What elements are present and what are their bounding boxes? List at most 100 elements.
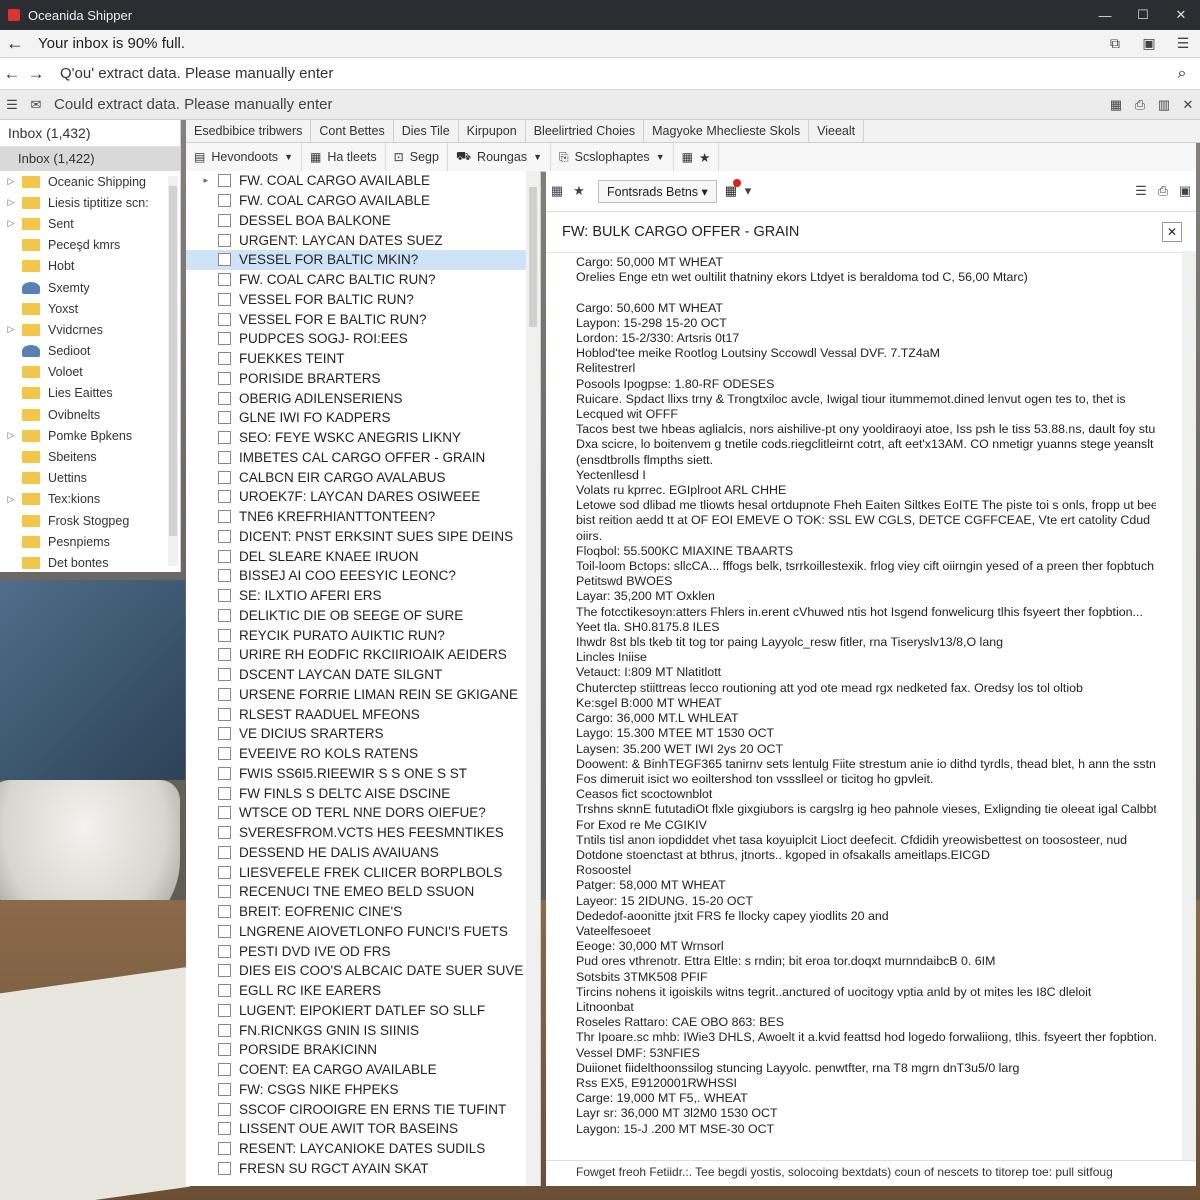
tab[interactable]: Kirpupon xyxy=(459,120,526,142)
message-checkbox[interactable] xyxy=(218,1003,231,1017)
message-row[interactable]: RLSEST RAADUEL MFEONS xyxy=(186,704,540,724)
folder-item[interactable]: Uettins xyxy=(0,468,180,489)
message-row[interactable]: VESSEL FOR BALTIC MKIN? xyxy=(186,250,540,270)
message-row[interactable]: PORSIDE BRAKICINN xyxy=(186,1040,540,1060)
message-row[interactable]: IMBETES CAL CARGO OFFER - GRAIN xyxy=(186,448,540,468)
message-row[interactable]: PESTI DVD IVE OD FRS xyxy=(186,941,540,961)
message-row[interactable]: SE: ILXTIO AFERI ERS xyxy=(186,586,540,606)
maximize-icon[interactable]: ☐ xyxy=(1124,7,1162,23)
message-checkbox[interactable] xyxy=(218,747,231,761)
message-checkbox[interactable] xyxy=(218,727,231,741)
toolbar-button[interactable]: ⊡ Segp xyxy=(386,143,448,171)
message-checkbox[interactable] xyxy=(218,450,231,464)
message-row[interactable]: DSCENT LAYCAN DATE SILGNT xyxy=(186,665,540,685)
message-checkbox[interactable] xyxy=(218,845,231,859)
message-checkbox[interactable] xyxy=(218,1122,231,1136)
message-row[interactable]: EVEEIVE RO KOLS RATENS xyxy=(186,744,540,764)
message-row[interactable]: DICENT: PNST ERKSINT SUES SIPE DEINS xyxy=(186,527,540,547)
message-row[interactable]: OBERIG ADILENSERIENS xyxy=(186,388,540,408)
folder-item[interactable]: Hobt xyxy=(0,256,180,277)
message-checkbox[interactable] xyxy=(218,470,231,484)
message-checkbox[interactable] xyxy=(218,668,231,682)
message-checkbox[interactable] xyxy=(218,233,231,247)
expand-arrow-icon[interactable]: ▷ xyxy=(0,494,22,505)
folder-item[interactable]: ▷ Liesis tiptitize scn: xyxy=(0,192,180,213)
message-checkbox[interactable] xyxy=(218,984,231,998)
message-checkbox[interactable] xyxy=(218,905,231,919)
tab[interactable]: Cont Bettes xyxy=(311,120,394,142)
message-checkbox[interactable] xyxy=(218,628,231,642)
message-row[interactable]: FW: CSGS NIKE FHPEKS xyxy=(186,1080,540,1100)
message-checkbox[interactable] xyxy=(218,431,231,445)
toolbar-button[interactable]: ⎘ Scslophaptes ▼ xyxy=(551,143,674,171)
message-row[interactable]: LIESVEFELE FREK CLIICER BORPLBOLS xyxy=(186,862,540,882)
close-message-icon[interactable]: ✕ xyxy=(1162,222,1182,242)
layout-icon[interactable]: ▥ xyxy=(1152,97,1176,113)
search-icon[interactable]: ⌕ xyxy=(1164,65,1200,83)
message-row[interactable]: PUDPCES SOGJ- ROI:EES xyxy=(186,329,540,349)
message-row[interactable]: DEL SLEARE KNAEE IRUON xyxy=(186,546,540,566)
star-icon[interactable]: ★ xyxy=(568,183,590,199)
message-row[interactable]: FRESN SU RGCT AYAIN SKAT xyxy=(186,1159,540,1179)
message-row[interactable]: VESSEL FOR BALTIC RUN? xyxy=(186,290,540,310)
print-icon[interactable]: ⎙ xyxy=(1128,97,1152,113)
close-small-icon[interactable]: ✕ xyxy=(1176,97,1200,113)
message-row[interactable]: SSCOF CIROOIGRE EN ERNS TIE TUFINT xyxy=(186,1099,540,1119)
message-checkbox[interactable] xyxy=(218,510,231,524)
tab[interactable]: Magyoke Mheclieste Skols xyxy=(644,120,810,142)
message-checkbox[interactable] xyxy=(218,1063,231,1077)
grid-icon[interactable]: ▦ xyxy=(1104,97,1128,113)
message-row[interactable]: UROEK7F: LAYCAN DARES OSIWEEE xyxy=(186,487,540,507)
forward-icon[interactable]: → xyxy=(24,64,48,84)
expand-arrow-icon[interactable]: ▷ xyxy=(0,176,22,187)
folder-item[interactable]: ▷ Vvidcrnes xyxy=(0,319,180,340)
folder-item[interactable]: ▷ Oceanic Shipping xyxy=(0,171,180,192)
message-checkbox[interactable] xyxy=(218,707,231,721)
message-checkbox[interactable] xyxy=(218,549,231,563)
message-row[interactable]: FUEKKES TEINT xyxy=(186,349,540,369)
message-checkbox[interactable] xyxy=(218,569,231,583)
message-row[interactable]: SVERESFROM.VCTS HES FEESMNTIKES xyxy=(186,823,540,843)
message-checkbox[interactable] xyxy=(218,786,231,800)
message-row[interactable]: CALBCN EIR CARGO AVALABUS xyxy=(186,467,540,487)
folder-item[interactable]: Yoxst xyxy=(0,298,180,319)
message-row[interactable]: FW. COAL CARGO AVAILABLE xyxy=(186,191,540,211)
message-checkbox[interactable] xyxy=(218,371,231,385)
message-checkbox[interactable] xyxy=(218,964,231,978)
expand-arrow-icon[interactable]: ▷ xyxy=(0,197,22,208)
message-checkbox[interactable] xyxy=(218,1161,231,1175)
menu-icon[interactable]: ☰ xyxy=(1166,35,1200,52)
message-row[interactable]: LNGRENE AIOVETLONFO FUNCI'S FUETS xyxy=(186,922,540,942)
message-checkbox[interactable] xyxy=(218,1043,231,1057)
address-input[interactable] xyxy=(58,64,1164,83)
folder-header[interactable]: Inbox (1,432) xyxy=(0,120,180,147)
calendar-icon[interactable]: ▦ xyxy=(725,179,742,199)
toolbar-button[interactable]: ▦ Ha tleets xyxy=(302,143,386,171)
chevron-down-icon[interactable]: ▾ xyxy=(737,183,759,199)
message-checkbox[interactable] xyxy=(218,1102,231,1116)
message-checkbox[interactable] xyxy=(218,1082,231,1096)
message-row[interactable]: PORISIDE BRARTERS xyxy=(186,369,540,389)
folder-scrollbar[interactable] xyxy=(168,176,178,566)
message-checkbox[interactable] xyxy=(218,529,231,543)
message-row[interactable]: GLNE IWI FO KADPERS xyxy=(186,408,540,428)
message-row[interactable]: VESSEL FOR E BALTIC RUN? xyxy=(186,309,540,329)
folder-item[interactable]: Ovibnelts xyxy=(0,404,180,425)
message-checkbox[interactable] xyxy=(218,213,231,227)
back-arrow-icon[interactable]: ← xyxy=(0,33,30,54)
message-row[interactable]: URSENE FORRIE LIMAN REIN SE GKIGANE xyxy=(186,685,540,705)
folder-item[interactable]: ▷ Pomke Bpkens xyxy=(0,425,180,446)
message-row[interactable]: BISSEJ AI COO EEESYIC LEONC? xyxy=(186,566,540,586)
message-row[interactable]: DIES EIS COO'S ALBCAIC DATE SUER SUVE xyxy=(186,961,540,981)
toolbar-button[interactable]: ▦ ★ xyxy=(674,143,720,171)
table-icon[interactable]: ▦ xyxy=(546,183,568,199)
expand-icon[interactable]: ▣ xyxy=(1174,183,1196,199)
message-row[interactable]: ▸ FW. COAL CARGO AVAILABLE xyxy=(186,171,540,191)
message-checkbox[interactable] xyxy=(218,411,231,425)
message-row[interactable]: DESSEL BOA BALKONE xyxy=(186,211,540,231)
message-checkbox[interactable] xyxy=(218,608,231,622)
popout-icon[interactable]: ⧉ xyxy=(1098,35,1132,52)
folder-item[interactable]: Sedioot xyxy=(0,341,180,362)
message-checkbox[interactable] xyxy=(218,1023,231,1037)
mail-icon[interactable]: ✉ xyxy=(24,97,48,113)
